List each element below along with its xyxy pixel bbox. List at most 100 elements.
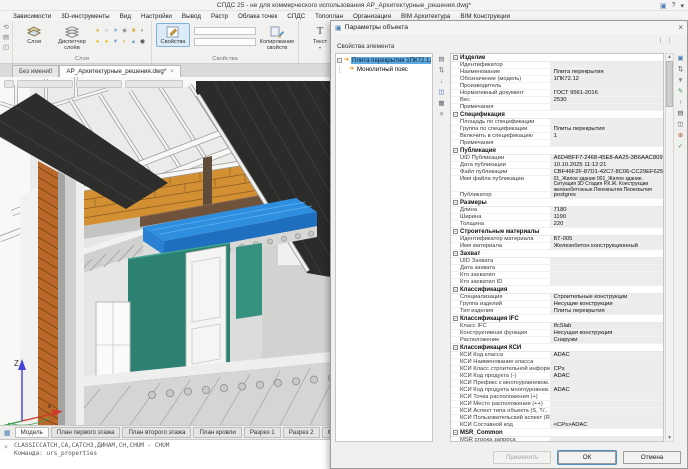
tree-item[interactable]: ➔Монолитный пояс — [336, 65, 432, 74]
property-row[interactable]: Нормативный документГОСТ 9561-2016 — [451, 90, 663, 97]
collapse-icon[interactable]: − — [453, 430, 458, 435]
property-value[interactable]: 10.10.2025 11:12:21 — [551, 162, 663, 168]
import-icon[interactable]: ↓ — [440, 78, 443, 85]
property-value[interactable] — [551, 140, 663, 146]
tab-close-icon[interactable]: × — [170, 66, 174, 77]
section-header[interactable]: −Классификация IFC — [451, 315, 663, 323]
viewport-control[interactable] — [17, 80, 73, 88]
scroll-up-icon[interactable]: ▲ — [667, 54, 672, 60]
collapse-icon[interactable]: − — [453, 345, 458, 350]
property-row[interactable]: Толщина220 — [451, 221, 663, 228]
property-value[interactable] — [551, 359, 663, 365]
menu-item-10[interactable]: Организация — [348, 13, 396, 20]
ok-button[interactable]: ОК — [558, 451, 616, 464]
property-value[interactable]: <CPs>ADAC — [551, 422, 663, 428]
dock-icon[interactable]: ▣ — [677, 55, 683, 62]
panel-column-grips[interactable]: ∣∣ — [659, 37, 677, 44]
property-value[interactable]: Строительные конструкции — [551, 294, 663, 300]
property-value[interactable] — [551, 279, 663, 285]
property-value[interactable]: Снаружи — [551, 337, 663, 343]
viewport-control[interactable] — [125, 80, 183, 88]
copy-row-icon[interactable]: ◫ — [677, 121, 683, 128]
property-value[interactable] — [551, 272, 663, 278]
property-value[interactable] — [551, 437, 663, 442]
element-list-icon[interactable]: ▤ — [438, 56, 444, 63]
property-value[interactable]: ADAC — [551, 373, 663, 379]
property-row[interactable]: Идентификатор материалаБТ-005 — [451, 236, 663, 243]
layers-panel-icon[interactable]: ▤ — [3, 34, 9, 41]
property-row[interactable]: Конструктивная функцияНесущая конструкци… — [451, 330, 663, 337]
property-value[interactable]: ADAC — [551, 352, 663, 358]
property-value[interactable] — [551, 62, 663, 68]
bulb-on-icon[interactable]: ● — [93, 37, 102, 48]
command-close-icon[interactable]: × — [4, 443, 8, 451]
panel-close-icon[interactable]: × — [678, 24, 683, 32]
layer-color-icon[interactable]: ■ — [129, 26, 138, 37]
document-tab-1[interactable]: Без имени0 — [12, 65, 59, 77]
viewport-control[interactable] — [76, 80, 122, 88]
property-value[interactable] — [551, 408, 663, 414]
property-row[interactable]: КСИ Аспект типа объекта (S, T/.. — [451, 408, 663, 415]
property-row[interactable]: Площадь по спецификации — [451, 119, 663, 126]
property-row[interactable]: РасположениеСнаружи — [451, 337, 663, 344]
property-row[interactable]: Тип изделияПлиты перекрытия — [451, 308, 663, 315]
layout-tab-5[interactable]: Разрез 1 — [244, 427, 281, 438]
titlebar-dropdown-icon[interactable]: ▾ — [680, 2, 684, 10]
menu-item-5[interactable]: Вывод — [177, 13, 206, 20]
section-header[interactable]: −Классификация — [451, 286, 663, 294]
table-icon[interactable]: ▦ — [438, 100, 444, 107]
property-row[interactable]: Класс IFCIfcSlab — [451, 323, 663, 330]
property-row[interactable]: КСИ Наименование класса — [451, 359, 663, 366]
transparency-icon[interactable]: ▲ — [129, 37, 138, 48]
property-row[interactable]: Группа по спецификацииПлиты перекрытия — [451, 126, 663, 133]
property-row[interactable]: Группа изделийНесущие конструкции — [451, 301, 663, 308]
menu-item-4[interactable]: Настройки — [136, 13, 177, 20]
collapse-icon[interactable]: − — [453, 287, 458, 292]
property-value[interactable]: IfcSlab — [551, 323, 663, 329]
collapse-icon[interactable]: − — [453, 55, 458, 60]
property-value[interactable] — [551, 380, 663, 386]
property-row[interactable]: Обозначение (модель)1ПК72.12 — [451, 76, 663, 83]
layout-tab-4[interactable]: План кровли — [193, 427, 241, 438]
property-value[interactable]: A6D4BFF7-2468-45E8-AA25-3B6AAC80972D — [551, 155, 663, 161]
collapse-icon[interactable]: − — [453, 251, 458, 256]
menu-item-1[interactable]: Зависимости — [8, 13, 56, 20]
property-value[interactable]: 1 — [551, 133, 663, 139]
layout-tab-2[interactable]: План первого этажа — [51, 427, 121, 438]
property-row[interactable]: КСИ Префикс к многоуровневом.. — [451, 380, 663, 387]
property-value[interactable] — [551, 119, 663, 125]
property-value[interactable]: ADAC — [551, 387, 663, 393]
property-value[interactable] — [551, 258, 663, 264]
quick-property-field-1[interactable] — [194, 27, 256, 35]
property-row[interactable]: MSR строка запроса — [451, 437, 663, 442]
collapse-icon[interactable]: − — [453, 112, 458, 117]
property-row[interactable]: КСИ Код продукта многоуровнев..ADAC — [451, 387, 663, 394]
property-row[interactable]: Кто захватил ID — [451, 279, 663, 286]
layer-freeze-icon[interactable]: ∗ — [111, 26, 120, 37]
property-row[interactable]: Ширина1190 — [451, 214, 663, 221]
sheet-icon[interactable]: ▤ — [677, 110, 683, 117]
property-row[interactable]: Включить в спецификацию1 — [451, 133, 663, 140]
property-row[interactable]: НаименованиеПлита перекрытия — [451, 69, 663, 76]
layer-off-icon[interactable]: ○ — [102, 26, 111, 37]
scroll-down-icon[interactable]: ▼ — [667, 435, 672, 441]
layout-grid-icon[interactable]: ▦ — [2, 429, 13, 437]
collapse-icon[interactable]: − — [453, 316, 458, 321]
property-value[interactable]: CBF46F2F-87D1-42C7-8C06-CC29EF625979 — [551, 169, 663, 175]
menu-item-12[interactable]: BIM Конструкции — [455, 13, 515, 20]
scroll-thumb[interactable] — [666, 61, 673, 107]
document-tab-2[interactable]: АР_Архитектурные_решения.dwg*× — [59, 65, 181, 77]
property-row[interactable]: СпециализацияСтроительные конструкции — [451, 294, 663, 301]
help-icon[interactable]: ? — [672, 2, 676, 9]
property-row[interactable]: КСИ Точка расположения (+) — [451, 394, 663, 401]
collapse-icon[interactable]: − — [453, 200, 458, 205]
property-row[interactable]: КСИ Код классаADAC — [451, 352, 663, 359]
property-row[interactable]: Файл публикацииCBF46F2F-87D1-42C7-8C06-C… — [451, 169, 663, 176]
sun-icon[interactable]: ◐ — [120, 37, 129, 48]
palette-icon[interactable]: ◫ — [3, 44, 9, 51]
layer-lock-icon[interactable]: ◆ — [120, 26, 129, 37]
layers-button[interactable]: Слои — [17, 23, 51, 47]
apply-button[interactable]: Применить — [493, 451, 551, 464]
layer-on-icon[interactable]: ● — [93, 26, 102, 37]
property-value[interactable]: 7180 — [551, 207, 663, 213]
